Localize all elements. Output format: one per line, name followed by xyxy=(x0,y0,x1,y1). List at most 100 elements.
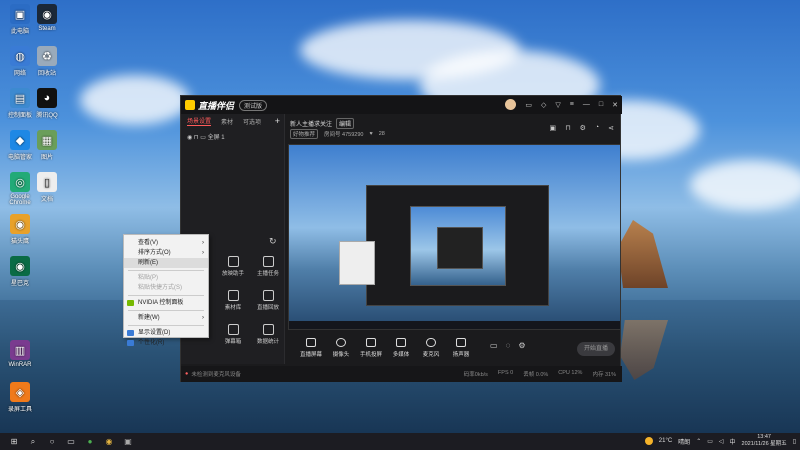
owl-app-icon: ◉ xyxy=(10,214,30,234)
eye-icon[interactable]: ◉ xyxy=(187,135,192,141)
menu-item-new[interactable]: 新建(W) › xyxy=(124,313,208,323)
warning-icon: ● xyxy=(185,371,189,377)
system-tray: 21°C 晴朗 ⌃ ▭ ◁ 中 13:47 2021/11/26 星期五 ▯ xyxy=(644,434,796,448)
avatar[interactable] xyxy=(505,99,517,110)
desktop-icon-steam[interactable]: ◉ Steam xyxy=(30,4,64,32)
desktop-icon-recorder[interactable]: ◈ 录屏工具 xyxy=(3,382,37,413)
desktop-icon-document[interactable]: ▯ 文档 xyxy=(30,172,64,203)
task-view-icon[interactable]: ▭ xyxy=(66,437,76,447)
tool-replay[interactable]: 直播回放 xyxy=(253,290,283,311)
computer-icon: ▣ xyxy=(10,4,30,24)
tool-casting-helper[interactable]: 放映助手 xyxy=(218,256,248,277)
desktop-icon-starbucks[interactable]: ◉ 星巴克 xyxy=(3,256,37,287)
menu-item-display-settings[interactable]: 显示设置(D) xyxy=(124,328,208,338)
add-scene-button[interactable]: + xyxy=(275,116,280,126)
tab-scene[interactable]: 场景设置 xyxy=(187,116,212,126)
source-toolbar: 直播屏幕 摄像头 手机投屏 多媒体 麦克风 扬声器 ▭ ◌ ⚙ 开始直播 xyxy=(288,332,621,368)
download-icon xyxy=(227,290,239,301)
maximize-icon[interactable]: □ xyxy=(599,101,603,108)
tab-assets[interactable]: 素材 xyxy=(221,117,233,126)
shirt-icon[interactable]: ▽ xyxy=(555,101,560,109)
cortana-icon[interactable]: ○ xyxy=(47,437,57,447)
desktop-icon-qq[interactable]: ◕ 腾讯QQ xyxy=(30,88,64,119)
gift-icon[interactable]: ▣ xyxy=(550,124,557,132)
tool-stats[interactable]: 数据统计 xyxy=(253,324,283,345)
refresh-icon[interactable]: ↻ xyxy=(269,236,277,247)
replay-icon xyxy=(262,290,274,301)
stream-stats: 码率0kb/s FPS 0 丢帧 0.0% CPU 12% 内存 31% xyxy=(463,370,616,378)
category-tag[interactable]: 好物推荐 xyxy=(290,129,319,139)
menu-item-sort[interactable]: 排序方式(O) › xyxy=(124,248,208,258)
record-icon[interactable]: ▭ xyxy=(490,341,498,350)
scene-item[interactable]: ◉ ⊓ ▭ 全屏 1 xyxy=(181,128,284,145)
archive-icon: ▥ xyxy=(10,340,30,360)
notification-icon[interactable]: ◇ xyxy=(541,101,546,109)
tool-library[interactable]: 素材库 xyxy=(218,290,248,311)
menu-item-paste[interactable]: 粘贴(P) xyxy=(124,273,208,283)
document-icon: ▯ xyxy=(37,172,57,192)
app-green-icon[interactable]: ● xyxy=(85,437,95,447)
menu-item-view[interactable]: 查看(V) › xyxy=(124,238,208,248)
speaker-button[interactable]: 扬声器 xyxy=(446,338,476,358)
minimize-icon[interactable]: — xyxy=(583,101,590,108)
logo-icon xyxy=(185,100,195,110)
notification-center-icon[interactable]: ▯ xyxy=(793,438,796,445)
clock[interactable]: 13:47 2021/11/26 星期五 xyxy=(742,434,787,448)
menu-icon[interactable]: ≡ xyxy=(570,101,574,108)
menu-item-nvidia[interactable]: NVIDIA 控制面板 xyxy=(124,298,208,308)
live-app-icon[interactable]: ▣ xyxy=(123,437,133,447)
screen-source-button[interactable]: 直播屏幕 xyxy=(296,338,326,358)
edit-tag[interactable]: 编辑 xyxy=(336,118,355,129)
person-icon xyxy=(227,256,239,267)
menu-separator xyxy=(128,295,204,296)
control-panel-icon: ▤ xyxy=(10,88,30,108)
desktop-icon-winrar[interactable]: ▥ WinRAR xyxy=(3,340,37,368)
live-preview[interactable] xyxy=(288,144,621,330)
desktop-context-menu: 查看(V) › 排序方式(O) › 刷新(E) 粘贴(P) 粘贴快捷方式(S) NV… xyxy=(123,234,209,346)
camera-source-button[interactable]: 摄像头 xyxy=(326,338,356,358)
tool-danmaku[interactable]: 弹幕箱 xyxy=(218,324,248,345)
chart-icon xyxy=(262,324,274,335)
media-source-button[interactable]: 多媒体 xyxy=(386,338,416,358)
chrome-icon[interactable]: ◉ xyxy=(104,437,114,447)
tab-options[interactable]: 可选项 xyxy=(243,117,261,126)
search-icon[interactable]: ⌕ xyxy=(28,437,38,447)
network-icon: ◍ xyxy=(10,46,30,66)
camera-icon xyxy=(336,338,346,347)
menu-item-refresh[interactable]: 刷新(E) xyxy=(124,258,208,268)
menu-item-paste-shortcut[interactable]: 粘贴快捷方式(S) xyxy=(124,283,208,293)
ime-icon[interactable]: 中 xyxy=(730,437,736,446)
chevron-right-icon: › xyxy=(202,240,204,246)
share-icon[interactable]: ⋖ xyxy=(608,124,614,132)
menu-item-personalize[interactable]: 个性化(R) xyxy=(124,338,208,348)
menu-separator xyxy=(128,325,204,326)
microphone-button[interactable]: 麦克风 xyxy=(416,338,446,358)
live-companion-window: 直播伴侣 测试版 ▭ ◇ ▽ ≡ — □ ✕ 场景设置 素材 可选项 + ◉ ⊓… xyxy=(180,95,622,382)
pause-icon[interactable]: ◌ xyxy=(506,341,511,350)
network-icon[interactable]: ▭ xyxy=(707,438,713,445)
bell-icon[interactable]: ◔ xyxy=(595,124,599,132)
volume-icon[interactable]: ◁ xyxy=(719,438,724,445)
desktop-icon-owl[interactable]: ◉ 猫头鹰 xyxy=(3,214,37,245)
danmaku-icon xyxy=(227,324,239,335)
lock-icon[interactable]: ⊓ xyxy=(565,124,570,132)
preview-nested-window-3 xyxy=(437,227,483,269)
windows-start-icon[interactable]: ⊞ xyxy=(9,437,19,447)
settings-icon[interactable]: ⚙ xyxy=(580,124,586,132)
desktop-icon-recycle[interactable]: ♻ 回收站 xyxy=(30,46,64,77)
gear-icon[interactable]: ⚙ xyxy=(518,341,525,350)
start-live-button[interactable]: 开始直播 xyxy=(577,342,615,356)
close-icon[interactable]: ✕ xyxy=(612,101,618,109)
tool-tasks[interactable]: 主播任务 xyxy=(253,256,283,277)
lock-icon[interactable]: ⊓ xyxy=(194,135,199,141)
title-bar: 直播伴侣 测试版 ▭ ◇ ▽ ≡ — □ ✕ xyxy=(181,96,622,114)
phone-cast-button[interactable]: 手机投屏 xyxy=(356,338,386,358)
preview-taskbar xyxy=(289,321,620,329)
recorder-icon: ◈ xyxy=(10,382,30,402)
screen-icon xyxy=(306,338,316,347)
weather-desc: 晴朗 xyxy=(678,439,691,446)
desktop-icon-pictures[interactable]: ▦ 图片 xyxy=(30,130,64,161)
tray-up-icon[interactable]: ⌃ xyxy=(696,438,701,445)
message-icon[interactable]: ▭ xyxy=(525,101,532,109)
recycle-bin-icon: ♻ xyxy=(37,46,57,66)
